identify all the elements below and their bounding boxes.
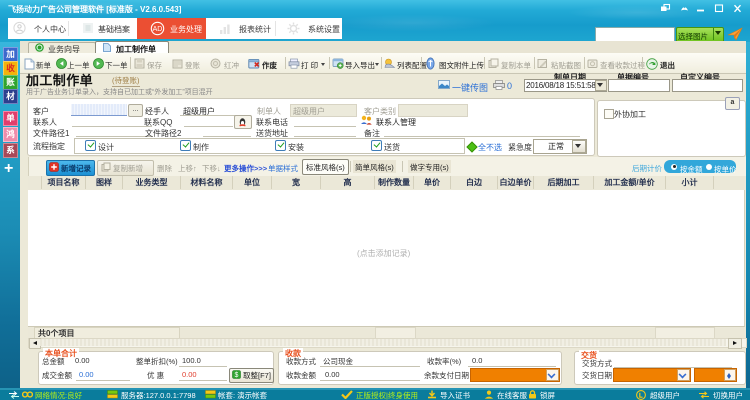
- svg-text:AD: AD: [153, 26, 163, 33]
- svg-text:$: $: [235, 372, 239, 379]
